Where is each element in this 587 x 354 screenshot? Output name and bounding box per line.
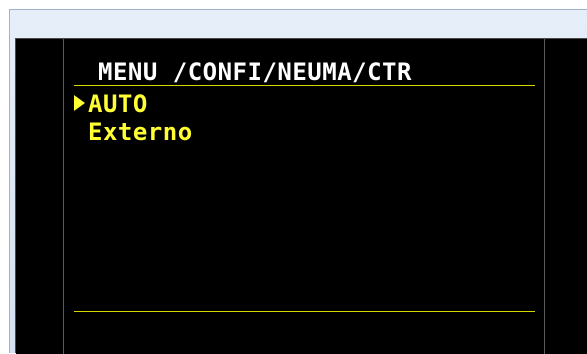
title-divider xyxy=(74,85,535,86)
left-softkey-area xyxy=(16,39,64,354)
menu-item-auto[interactable]: AUTO xyxy=(88,91,148,117)
device-screen: MENU /CONFI/NEUMA/CTR AUTO Externo xyxy=(15,38,587,354)
right-softkey-area xyxy=(544,39,587,354)
selection-cursor-icon xyxy=(74,95,85,111)
menu-item-externo[interactable]: Externo xyxy=(88,119,193,145)
menu-display: MENU /CONFI/NEUMA/CTR AUTO Externo xyxy=(64,39,544,354)
menu-title: MENU /CONFI/NEUMA/CTR xyxy=(98,58,412,86)
footer-divider xyxy=(74,311,535,312)
